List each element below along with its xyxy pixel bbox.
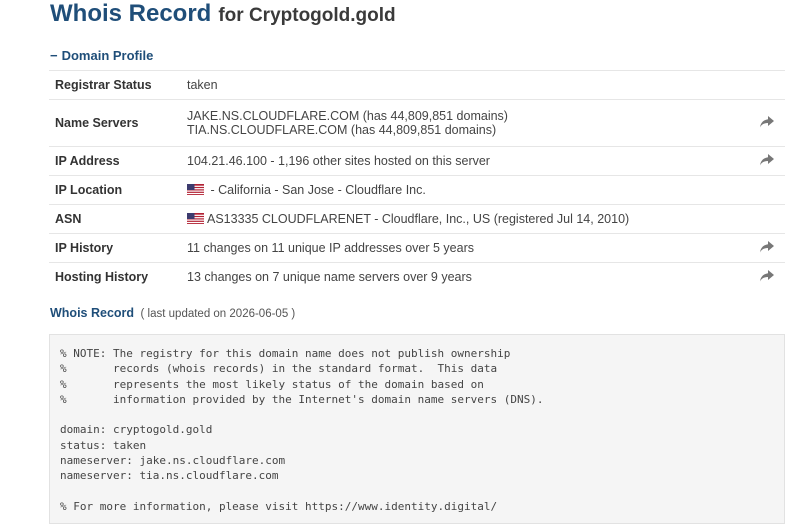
share-arrow-icon[interactable] bbox=[760, 153, 774, 166]
name-server-1: JAKE.NS.CLOUDFLARE.COM (has 44,809,851 d… bbox=[187, 109, 508, 123]
us-flag-icon bbox=[187, 213, 204, 224]
row-value: 11 changes on 11 unique IP addresses ove… bbox=[181, 233, 749, 263]
row-ip-location: IP Location - California - San Jose - Cl… bbox=[49, 175, 785, 205]
ip-location-text: - California - San Jose - Cloudflare Inc… bbox=[207, 183, 426, 197]
page-title-main: Whois Record bbox=[50, 0, 212, 27]
row-label: ASN bbox=[49, 204, 181, 234]
share-arrow-icon[interactable] bbox=[760, 269, 774, 282]
domain-profile-table: Registrar Status taken Name Servers JAKE… bbox=[49, 70, 785, 292]
row-name-servers: Name Servers JAKE.NS.CLOUDFLARE.COM (has… bbox=[49, 99, 785, 147]
row-label: IP Address bbox=[49, 146, 181, 176]
us-flag-icon bbox=[187, 184, 204, 195]
row-hosting-history: Hosting History 13 changes on 7 unique n… bbox=[49, 262, 785, 292]
name-server-2: TIA.NS.CLOUDFLARE.COM (has 44,809,851 do… bbox=[187, 123, 497, 137]
row-label: Hosting History bbox=[49, 262, 181, 292]
row-ip-history: IP History 11 changes on 11 unique IP ad… bbox=[49, 233, 785, 263]
row-label: Registrar Status bbox=[49, 70, 181, 100]
row-ip-address: IP Address 104.21.46.100 - 1,196 other s… bbox=[49, 146, 785, 176]
row-value: taken bbox=[181, 70, 749, 100]
last-updated: ( last updated on 2026-06-05 ) bbox=[140, 308, 296, 320]
row-value: JAKE.NS.CLOUDFLARE.COM (has 44,809,851 d… bbox=[181, 99, 749, 147]
collapse-minus-icon: − bbox=[50, 48, 58, 63]
whois-record-heading: Whois Record bbox=[50, 306, 135, 320]
share-arrow-icon[interactable] bbox=[760, 115, 774, 128]
domain-profile-heading: Domain Profile bbox=[61, 48, 154, 63]
share-arrow-icon[interactable] bbox=[760, 240, 774, 253]
row-label: IP Location bbox=[49, 175, 181, 205]
row-registrar-status: Registrar Status taken bbox=[49, 70, 785, 100]
row-value: - California - San Jose - Cloudflare Inc… bbox=[181, 175, 749, 205]
row-label: IP History bbox=[49, 233, 181, 263]
row-value: 13 changes on 7 unique name servers over… bbox=[181, 262, 749, 292]
domain-profile-toggle[interactable]: − Domain Profile bbox=[50, 48, 153, 63]
page-title-domain: for Cryptogold.gold bbox=[218, 5, 396, 26]
page-title: Whois Record for Cryptogold.gold bbox=[50, 0, 396, 32]
row-value: AS13335 CLOUDFLARENET - Cloudflare, Inc.… bbox=[181, 204, 749, 234]
asn-text: AS13335 CLOUDFLARENET - Cloudflare, Inc.… bbox=[207, 212, 630, 226]
whois-record-header: Whois Record ( last updated on 2026-06-0… bbox=[50, 306, 295, 320]
row-asn: ASN AS13335 CLOUDFLARENET - Cloudflare, … bbox=[49, 204, 785, 234]
row-value: 104.21.46.100 - 1,196 other sites hosted… bbox=[181, 146, 749, 176]
raw-whois-text: % NOTE: The registry for this domain nam… bbox=[49, 334, 785, 524]
row-label: Name Servers bbox=[49, 99, 181, 147]
